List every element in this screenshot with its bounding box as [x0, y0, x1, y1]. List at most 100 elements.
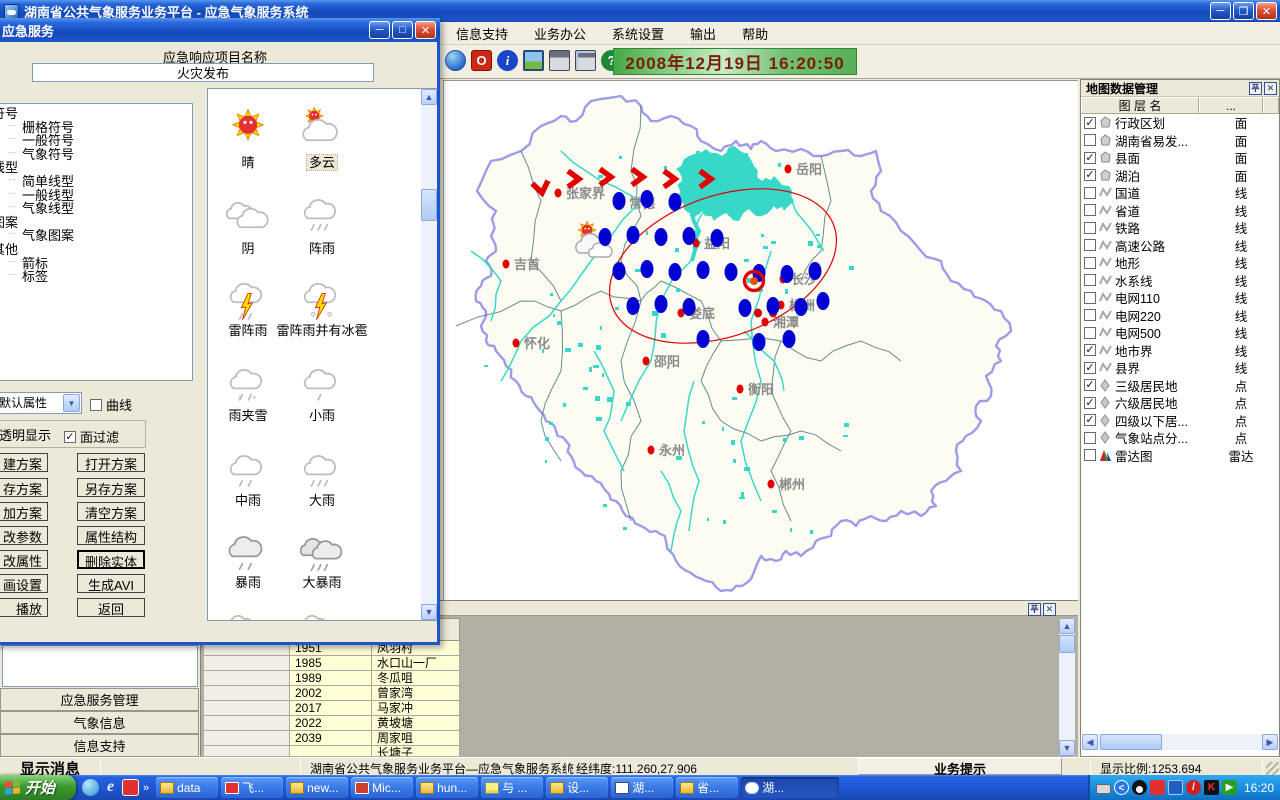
tree-item[interactable]: 气象符号 [22, 148, 192, 162]
layer-checkbox[interactable] [1084, 204, 1096, 216]
printer-icon[interactable] [549, 50, 570, 71]
scheme-button[interactable]: 播放 [0, 598, 48, 617]
scheme-button[interactable]: 存方案 [0, 478, 48, 497]
scheme-button[interactable]: 加方案 [0, 502, 48, 521]
layer-checkbox[interactable] [1084, 134, 1096, 146]
table-row[interactable]: 2017马家冲 [204, 701, 460, 716]
layer-row[interactable]: ✓县面面 [1081, 149, 1279, 167]
taskbar-button[interactable]: 湖... [611, 777, 673, 798]
layer-row[interactable]: ✓湖泊面 [1081, 167, 1279, 185]
restore-button[interactable]: ❐ [1233, 2, 1254, 20]
taskbar-button[interactable]: new... [286, 777, 348, 798]
layer-row[interactable]: 水系线线 [1081, 272, 1279, 290]
business-hint[interactable]: 业务提示 [858, 758, 1062, 775]
weather-symbol-icon[interactable] [226, 448, 270, 492]
resize-grip[interactable] [1266, 762, 1279, 775]
menu-item[interactable]: 系统设置 [606, 22, 670, 45]
close-icon[interactable]: ✕ [1043, 603, 1056, 616]
left-nav-item[interactable]: 应急服务管理 [0, 688, 199, 711]
layer-row[interactable]: 电网110线 [1081, 289, 1279, 307]
layer-checkbox[interactable]: ✓ [1084, 362, 1096, 374]
weather-symbol-icon[interactable] [300, 278, 344, 322]
layer-checkbox[interactable] [1084, 274, 1096, 286]
weather-symbol-icon[interactable]: ** [226, 362, 270, 406]
scroll-left-icon[interactable]: ◀ [1082, 734, 1098, 750]
face-filter-checkbox[interactable]: ✓ 面过滤 [64, 427, 119, 446]
taskbar-button[interactable]: 与 ... [481, 777, 543, 798]
layer-row[interactable]: ✓地市界线 [1081, 342, 1279, 360]
scroll-down-icon[interactable]: ▼ [421, 604, 437, 620]
taskbar-button[interactable]: 湖... [741, 777, 839, 798]
tree-item[interactable]: 箭标 [22, 257, 192, 271]
symbol-vscrollbar[interactable]: ▲ ▼ [421, 89, 437, 620]
scheme-button[interactable]: 清空方案 [77, 502, 145, 521]
tree-item[interactable]: 气象图案 [22, 229, 192, 243]
tree-item[interactable]: 一般符号 [22, 134, 192, 148]
weather-symbol-label[interactable]: 大暴雨 [247, 572, 397, 591]
scheme-button[interactable]: 打开方案 [77, 453, 145, 472]
pin-icon[interactable]: 푸 [1249, 82, 1262, 95]
maximize-button[interactable]: □ [392, 21, 413, 39]
scroll-down-icon[interactable]: ▼ [1059, 740, 1075, 756]
default-attr-dropdown[interactable]: 改默认属性 ▼ [0, 392, 82, 414]
minimize-button[interactable]: ─ [1210, 2, 1231, 20]
layer-row[interactable]: 铁路线 [1081, 219, 1279, 237]
table-row[interactable]: 长塘子 [204, 746, 460, 756]
layer-row[interactable]: 雷达图雷达 [1081, 447, 1279, 465]
scheme-button[interactable]: 生成AVI [77, 574, 145, 593]
taskbar-button[interactable]: data [156, 777, 218, 798]
network-tray-icon[interactable] [1168, 780, 1183, 795]
tree-item[interactable]: 栅格符号 [22, 121, 192, 135]
collapse-tray-icon[interactable]: < [1114, 780, 1129, 795]
checkbox-icon[interactable]: ✓ [64, 431, 76, 443]
scroll-up-icon[interactable]: ▲ [421, 89, 437, 105]
tree-item[interactable]: 简单线型 [22, 175, 192, 189]
print-preview-icon[interactable] [575, 50, 596, 71]
table-row[interactable]: 2039周家咀 [204, 731, 460, 746]
table-row[interactable]: 2002曾家湾 [204, 686, 460, 701]
layer-checkbox[interactable]: ✓ [1084, 397, 1096, 409]
taskbar-button[interactable]: 省... [676, 777, 738, 798]
antivirus-tray-icon[interactable]: K [1204, 780, 1219, 795]
weather-symbol-icon[interactable] [226, 605, 270, 621]
layer-row[interactable]: 国道线 [1081, 184, 1279, 202]
menu-item[interactable]: 帮助 [736, 22, 774, 45]
weather-symbol-icon[interactable] [300, 605, 344, 621]
scheme-button[interactable]: 改属性 [0, 550, 48, 569]
scheme-button[interactable]: 删除实体 [77, 550, 145, 569]
dialog-titlebar[interactable]: 应急服务 ─ □ ✕ [0, 18, 440, 42]
table-row[interactable]: 2022黄坡塘 [204, 716, 460, 731]
layer-checkbox[interactable]: ✓ [1084, 344, 1096, 356]
minimize-button[interactable]: ─ [369, 21, 390, 39]
layer-checkbox[interactable] [1084, 432, 1096, 444]
curve-checkbox[interactable]: 曲线 [90, 395, 132, 414]
layer-checkbox[interactable]: ✓ [1084, 379, 1096, 391]
messenger-icon[interactable] [82, 779, 99, 796]
overflow-chevron-icon[interactable]: » [143, 782, 149, 794]
chevron-down-icon[interactable]: ▼ [63, 394, 80, 412]
scroll-up-icon[interactable]: ▲ [1059, 618, 1075, 634]
layer-checkbox[interactable]: ✓ [1084, 152, 1096, 164]
project-name-input[interactable] [32, 63, 374, 82]
column-dots[interactable]: ... [1199, 97, 1263, 113]
layer-checkbox[interactable] [1084, 257, 1096, 269]
layer-checkbox[interactable] [1084, 187, 1096, 199]
taskbar-button[interactable]: 飞... [221, 777, 283, 798]
layer-row[interactable]: 电网500线 [1081, 324, 1279, 342]
fetion-tray-icon[interactable] [1150, 780, 1165, 795]
stop-icon[interactable]: O [471, 50, 492, 71]
weather-symbol-label[interactable]: 小雨 [247, 405, 397, 424]
image-icon[interactable] [523, 50, 544, 71]
scheme-button[interactable]: 改参数 [0, 526, 48, 545]
globe-icon[interactable] [445, 50, 466, 71]
layer-row[interactable]: ✓四级以下居...点 [1081, 412, 1279, 430]
layer-checkbox[interactable]: ✓ [1084, 169, 1096, 181]
layer-row[interactable]: 高速公路线 [1081, 237, 1279, 255]
scheme-button[interactable]: 返回 [77, 598, 145, 617]
weather-symbol-icon[interactable] [226, 105, 270, 149]
menu-item[interactable]: 输出 [684, 22, 722, 45]
close-button[interactable]: ✕ [1256, 2, 1277, 20]
scheme-button[interactable]: 建方案 [0, 453, 48, 472]
layer-checkbox[interactable] [1084, 327, 1096, 339]
info-icon[interactable]: i [497, 50, 518, 71]
